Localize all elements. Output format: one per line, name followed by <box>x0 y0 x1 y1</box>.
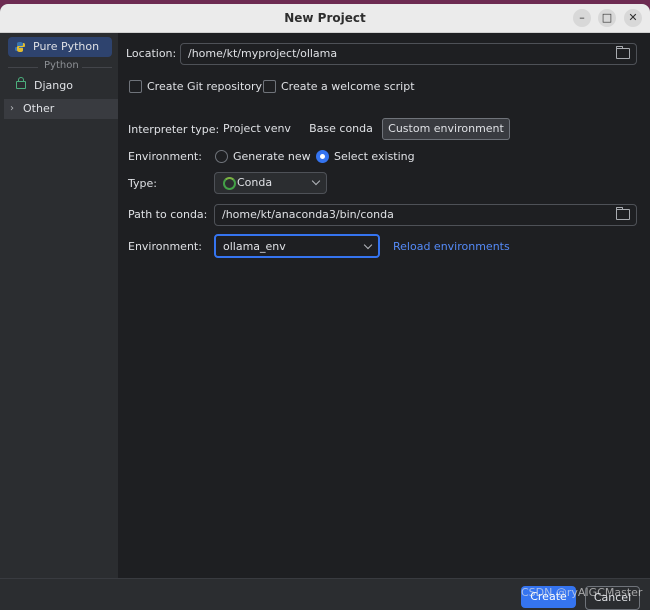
group-label: Python <box>44 60 79 71</box>
sidebar-item-other[interactable]: › Other <box>4 99 118 119</box>
conda-path-value: /home/kt/anaconda3/bin/conda <box>222 208 394 221</box>
location-value: /home/kt/myproject/ollama <box>188 47 338 60</box>
type-value: Conda <box>237 176 273 189</box>
python-icon <box>15 42 25 52</box>
folder-icon[interactable] <box>616 46 630 59</box>
project-settings-panel: Location: /home/kt/myproject/ollama Crea… <box>118 33 650 578</box>
dialog-title: New Project <box>284 11 366 25</box>
lock-icon <box>16 77 26 89</box>
generate-new-radio[interactable] <box>215 150 228 163</box>
sidebar-item-label: Other <box>23 102 55 115</box>
sidebar-item-label: Django <box>34 79 73 92</box>
chevron-down-icon <box>363 240 373 250</box>
chevron-right-icon: › <box>10 103 14 114</box>
project-type-sidebar: Pure Python Python Django › Other <box>4 33 118 578</box>
folder-icon[interactable] <box>616 207 630 220</box>
environment-select-label: Environment: <box>128 240 202 253</box>
conda-path-label: Path to conda: <box>128 208 208 221</box>
location-label: Location: <box>126 47 177 60</box>
interpreter-option-base-conda[interactable]: Base conda <box>300 119 382 139</box>
environment-value: ollama_env <box>223 240 286 253</box>
type-label: Type: <box>128 177 157 190</box>
location-field[interactable]: /home/kt/myproject/ollama <box>180 43 637 65</box>
interpreter-option-custom-environment[interactable]: Custom environment <box>382 118 510 140</box>
chevron-down-icon <box>311 176 321 186</box>
conda-path-field[interactable]: /home/kt/anaconda3/bin/conda <box>214 204 637 226</box>
new-project-dialog: New Project – □ ✕ Pure Python Python Dja… <box>0 4 650 610</box>
conda-icon <box>223 177 236 190</box>
select-existing-label: Select existing <box>334 150 415 163</box>
create-git-checkbox[interactable] <box>129 80 142 93</box>
sidebar-item-pure-python[interactable]: Pure Python <box>8 37 112 57</box>
interpreter-option-project-venv[interactable]: Project venv <box>216 119 298 139</box>
create-git-label: Create Git repository <box>147 80 263 93</box>
title-bar: New Project – □ ✕ <box>0 4 650 33</box>
sidebar-item-label: Pure Python <box>33 40 100 53</box>
environment-dropdown[interactable]: ollama_env <box>214 234 380 258</box>
select-existing-radio[interactable] <box>316 150 329 163</box>
welcome-script-checkbox[interactable] <box>263 80 276 93</box>
maximize-button[interactable]: □ <box>598 9 616 27</box>
environment-mode-label: Environment: <box>128 150 202 163</box>
close-button[interactable]: ✕ <box>624 9 642 27</box>
generate-new-label: Generate new <box>233 150 311 163</box>
interpreter-type-selector: Project venv Base conda Custom environme… <box>214 118 510 140</box>
watermark-text: CSDN @ryAIGCMaster <box>521 586 643 599</box>
interpreter-type-label: Interpreter type: <box>128 123 220 136</box>
type-dropdown[interactable]: Conda <box>214 172 327 194</box>
welcome-script-label: Create a welcome script <box>281 80 415 93</box>
minimize-button[interactable]: – <box>573 9 591 27</box>
sidebar-item-django[interactable]: Django <box>4 76 114 96</box>
reload-environments-link[interactable]: Reload environments <box>393 240 510 253</box>
